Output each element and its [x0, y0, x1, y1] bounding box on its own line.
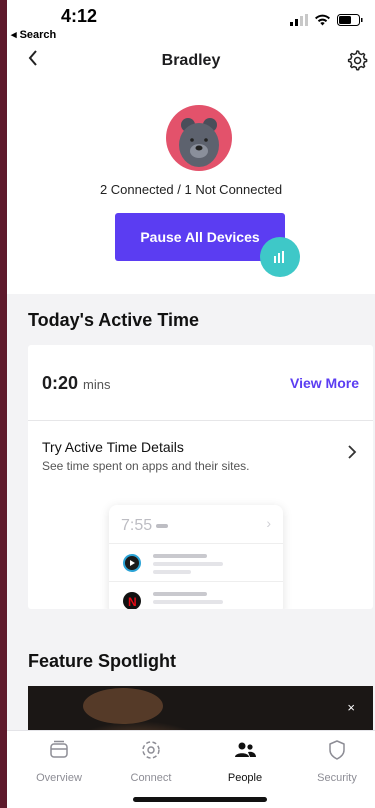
bear-avatar-icon [179, 118, 219, 167]
tab-overview-label: Overview [36, 772, 82, 784]
gear-icon [347, 50, 368, 71]
active-time-details-row[interactable]: Try Active Time Details See time spent o… [28, 421, 373, 481]
home-indicator [133, 797, 267, 802]
preview-app-row: N [109, 581, 283, 609]
feature-spotlight-card[interactable]: × [28, 686, 373, 736]
tab-people-label: People [227, 772, 263, 784]
settings-button[interactable] [345, 48, 369, 77]
feature-spotlight-heading: Feature Spotlight [28, 651, 176, 671]
status-time: 4:12 [61, 6, 98, 26]
preview-chevron-icon: › [266, 515, 271, 531]
wifi-icon [315, 14, 330, 26]
media-app-icon [123, 554, 141, 572]
active-time-heading: Today's Active Time [28, 310, 200, 330]
child-photo-image [28, 686, 373, 736]
tab-connect-label: Connect [130, 772, 172, 784]
active-time-summary: 0:20 mins View More [28, 345, 373, 421]
app-frame: 4:12 ◂ Search Bradley 2 Connected / 1 No… [7, 0, 375, 808]
preview-time-text: 7:55 [121, 517, 153, 534]
people-icon [235, 742, 256, 757]
active-time-number: 0:20 [42, 373, 79, 393]
active-time-card: 0:20 mins View More Try Active Time Deta… [28, 345, 373, 609]
avatar [166, 105, 232, 171]
profile-section: 2 Connected / 1 Not Connected Pause All … [7, 76, 375, 294]
active-time-preview-illustration: 7:55 › N [109, 505, 283, 609]
close-icon[interactable]: × [347, 700, 355, 715]
nav-bar: Bradley [7, 46, 375, 76]
tab-bar: Overview Connect People Security [7, 730, 375, 808]
preview-time: 7:55 [121, 517, 169, 535]
shield-icon [329, 740, 345, 760]
status-icons [290, 14, 363, 26]
netflix-icon: N [123, 592, 141, 609]
details-title: Try Active Time Details [42, 439, 184, 455]
active-time-unit: mins [83, 377, 111, 392]
svg-text:N: N [128, 595, 137, 609]
tab-overview[interactable]: Overview [19, 739, 99, 784]
chevron-right-icon [347, 443, 357, 466]
connect-icon [142, 741, 160, 759]
tab-connect[interactable]: Connect [111, 739, 191, 784]
status-bar: 4:12 ◂ Search [7, 0, 375, 46]
overview-icon [50, 740, 68, 758]
tab-security-label: Security [317, 772, 357, 784]
tab-people[interactable]: People [205, 739, 285, 784]
connection-status: 2 Connected / 1 Not Connected [99, 182, 283, 197]
bar-chart-icon [274, 251, 284, 263]
stats-fab [260, 237, 300, 277]
active-time-value: 0:20 mins [42, 373, 111, 394]
cellular-signal-icon [290, 14, 308, 26]
view-more-link[interactable]: View More [290, 375, 359, 391]
tab-security[interactable]: Security [297, 739, 375, 784]
preview-app-row [109, 543, 283, 581]
back-to-app-link[interactable]: ◂ Search [11, 28, 56, 41]
battery-icon [337, 14, 363, 26]
details-subtitle: See time spent on apps and their sites. [42, 459, 250, 473]
page-title: Bradley [161, 52, 221, 69]
